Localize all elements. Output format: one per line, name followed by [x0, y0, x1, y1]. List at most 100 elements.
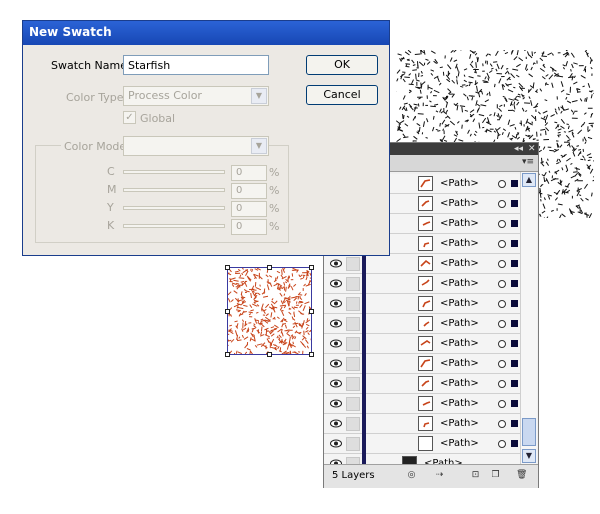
eye-icon[interactable]: [330, 299, 342, 308]
selection-indicator[interactable]: [511, 300, 518, 307]
selection-indicator[interactable]: [511, 220, 518, 227]
lock-toggle[interactable]: [346, 297, 360, 311]
layer-row[interactable]: <Path>: [324, 394, 520, 414]
channel-value-y[interactable]: 0: [231, 201, 267, 217]
target-circle-icon[interactable]: [498, 260, 506, 268]
eye-icon[interactable]: [330, 359, 342, 368]
lock-toggle[interactable]: [346, 457, 360, 464]
panel-menu-icon[interactable]: ▾≡: [522, 157, 534, 167]
handle-bottom-right[interactable]: [309, 352, 314, 357]
target-circle-icon[interactable]: [498, 280, 506, 288]
scroll-thumb[interactable]: [522, 418, 536, 446]
target-circle-icon[interactable]: [498, 180, 506, 188]
selection-indicator[interactable]: [511, 280, 518, 287]
double-chevron-icon[interactable]: ◂◂: [514, 143, 523, 155]
layer-row[interactable]: <Path>: [324, 274, 520, 294]
eye-icon[interactable]: [330, 319, 342, 328]
layer-label: <Path>: [440, 358, 479, 369]
locate-object-icon[interactable]: ◎: [406, 470, 417, 481]
selection-indicator[interactable]: [511, 180, 518, 187]
lock-toggle[interactable]: [346, 397, 360, 411]
lock-toggle[interactable]: [346, 437, 360, 451]
new-sublayer-icon[interactable]: ⊡: [470, 470, 481, 481]
selection-indicator[interactable]: [511, 440, 518, 447]
channel-value-k[interactable]: 0: [231, 219, 267, 235]
layers-footer: 5 Layers ◎ ⇢ ⊡ ❐ 🗑: [324, 464, 538, 488]
selection-indicator[interactable]: [511, 400, 518, 407]
target-circle-icon[interactable]: [498, 400, 506, 408]
scroll-up-icon[interactable]: ▲: [522, 173, 536, 187]
layer-color-bar: [362, 334, 366, 354]
selection-indicator[interactable]: [511, 200, 518, 207]
trash-icon[interactable]: 🗑: [516, 470, 527, 481]
dialog-titlebar[interactable]: New Swatch: [23, 21, 389, 45]
selection-indicator[interactable]: [511, 380, 518, 387]
new-layer-icon[interactable]: ❐: [490, 470, 501, 481]
target-circle-icon[interactable]: [498, 440, 506, 448]
target-circle-icon[interactable]: [498, 320, 506, 328]
eye-icon[interactable]: [330, 379, 342, 388]
color-mode-select[interactable]: ▼: [123, 136, 269, 156]
target-circle-icon[interactable]: [498, 420, 506, 428]
clipping-mask-icon[interactable]: ⇢: [434, 470, 445, 481]
layer-row[interactable]: <Path>: [324, 254, 520, 274]
eye-icon[interactable]: [330, 439, 342, 448]
channel-slider-k[interactable]: [123, 224, 225, 228]
lock-toggle[interactable]: [346, 417, 360, 431]
target-circle-icon[interactable]: [498, 240, 506, 248]
lock-toggle[interactable]: [346, 337, 360, 351]
handle-left[interactable]: [225, 309, 230, 314]
selected-artwork[interactable]: [225, 265, 314, 357]
selection-indicator[interactable]: [511, 420, 518, 427]
eye-icon[interactable]: [330, 339, 342, 348]
layer-row[interactable]: <Path>: [324, 334, 520, 354]
handle-bottom[interactable]: [267, 352, 272, 357]
layer-row[interactable]: <Path>: [324, 374, 520, 394]
channel-slider-y[interactable]: [123, 206, 225, 210]
target-circle-icon[interactable]: [498, 300, 506, 308]
channel-value-m[interactable]: 0: [231, 183, 267, 199]
channel-slider-m[interactable]: [123, 188, 225, 192]
selection-indicator[interactable]: [511, 340, 518, 347]
handle-bottom-left[interactable]: [225, 352, 230, 357]
lock-toggle[interactable]: [346, 257, 360, 271]
handle-top-left[interactable]: [225, 265, 230, 270]
global-checkbox[interactable]: ✓: [123, 111, 136, 124]
channel-value-c[interactable]: 0: [231, 165, 267, 181]
swatch-name-input[interactable]: [123, 55, 269, 75]
layer-color-bar: [362, 314, 366, 334]
layer-row[interactable]: <Path>: [324, 314, 520, 334]
close-icon[interactable]: ✕: [528, 143, 536, 155]
target-circle-icon[interactable]: [498, 340, 506, 348]
ok-button[interactable]: OK: [306, 55, 378, 75]
target-circle-icon[interactable]: [498, 220, 506, 228]
layers-scrollbar[interactable]: ▲ ▼: [520, 172, 537, 464]
layer-row[interactable]: <Path>: [324, 354, 520, 374]
lock-toggle[interactable]: [346, 317, 360, 331]
layer-row[interactable]: <Path>: [324, 294, 520, 314]
layer-row[interactable]: <Path>: [324, 454, 520, 464]
scroll-down-icon[interactable]: ▼: [522, 449, 536, 463]
eye-icon[interactable]: [330, 399, 342, 408]
lock-toggle[interactable]: [346, 357, 360, 371]
selection-indicator[interactable]: [511, 240, 518, 247]
eye-icon[interactable]: [330, 279, 342, 288]
layer-row[interactable]: <Path>: [324, 414, 520, 434]
target-circle-icon[interactable]: [498, 360, 506, 368]
layer-row[interactable]: <Path>: [324, 434, 520, 454]
selection-indicator[interactable]: [511, 260, 518, 267]
target-circle-icon[interactable]: [498, 380, 506, 388]
eye-icon[interactable]: [330, 419, 342, 428]
lock-toggle[interactable]: [346, 277, 360, 291]
handle-top-right[interactable]: [309, 265, 314, 270]
color-type-select[interactable]: Process Color ▼: [123, 86, 269, 106]
target-circle-icon[interactable]: [498, 200, 506, 208]
lock-toggle[interactable]: [346, 377, 360, 391]
eye-icon[interactable]: [330, 259, 342, 268]
selection-indicator[interactable]: [511, 320, 518, 327]
selection-indicator[interactable]: [511, 360, 518, 367]
cancel-button[interactable]: Cancel: [306, 85, 378, 105]
handle-right[interactable]: [309, 309, 314, 314]
channel-slider-c[interactable]: [123, 170, 225, 174]
handle-top[interactable]: [267, 265, 272, 270]
